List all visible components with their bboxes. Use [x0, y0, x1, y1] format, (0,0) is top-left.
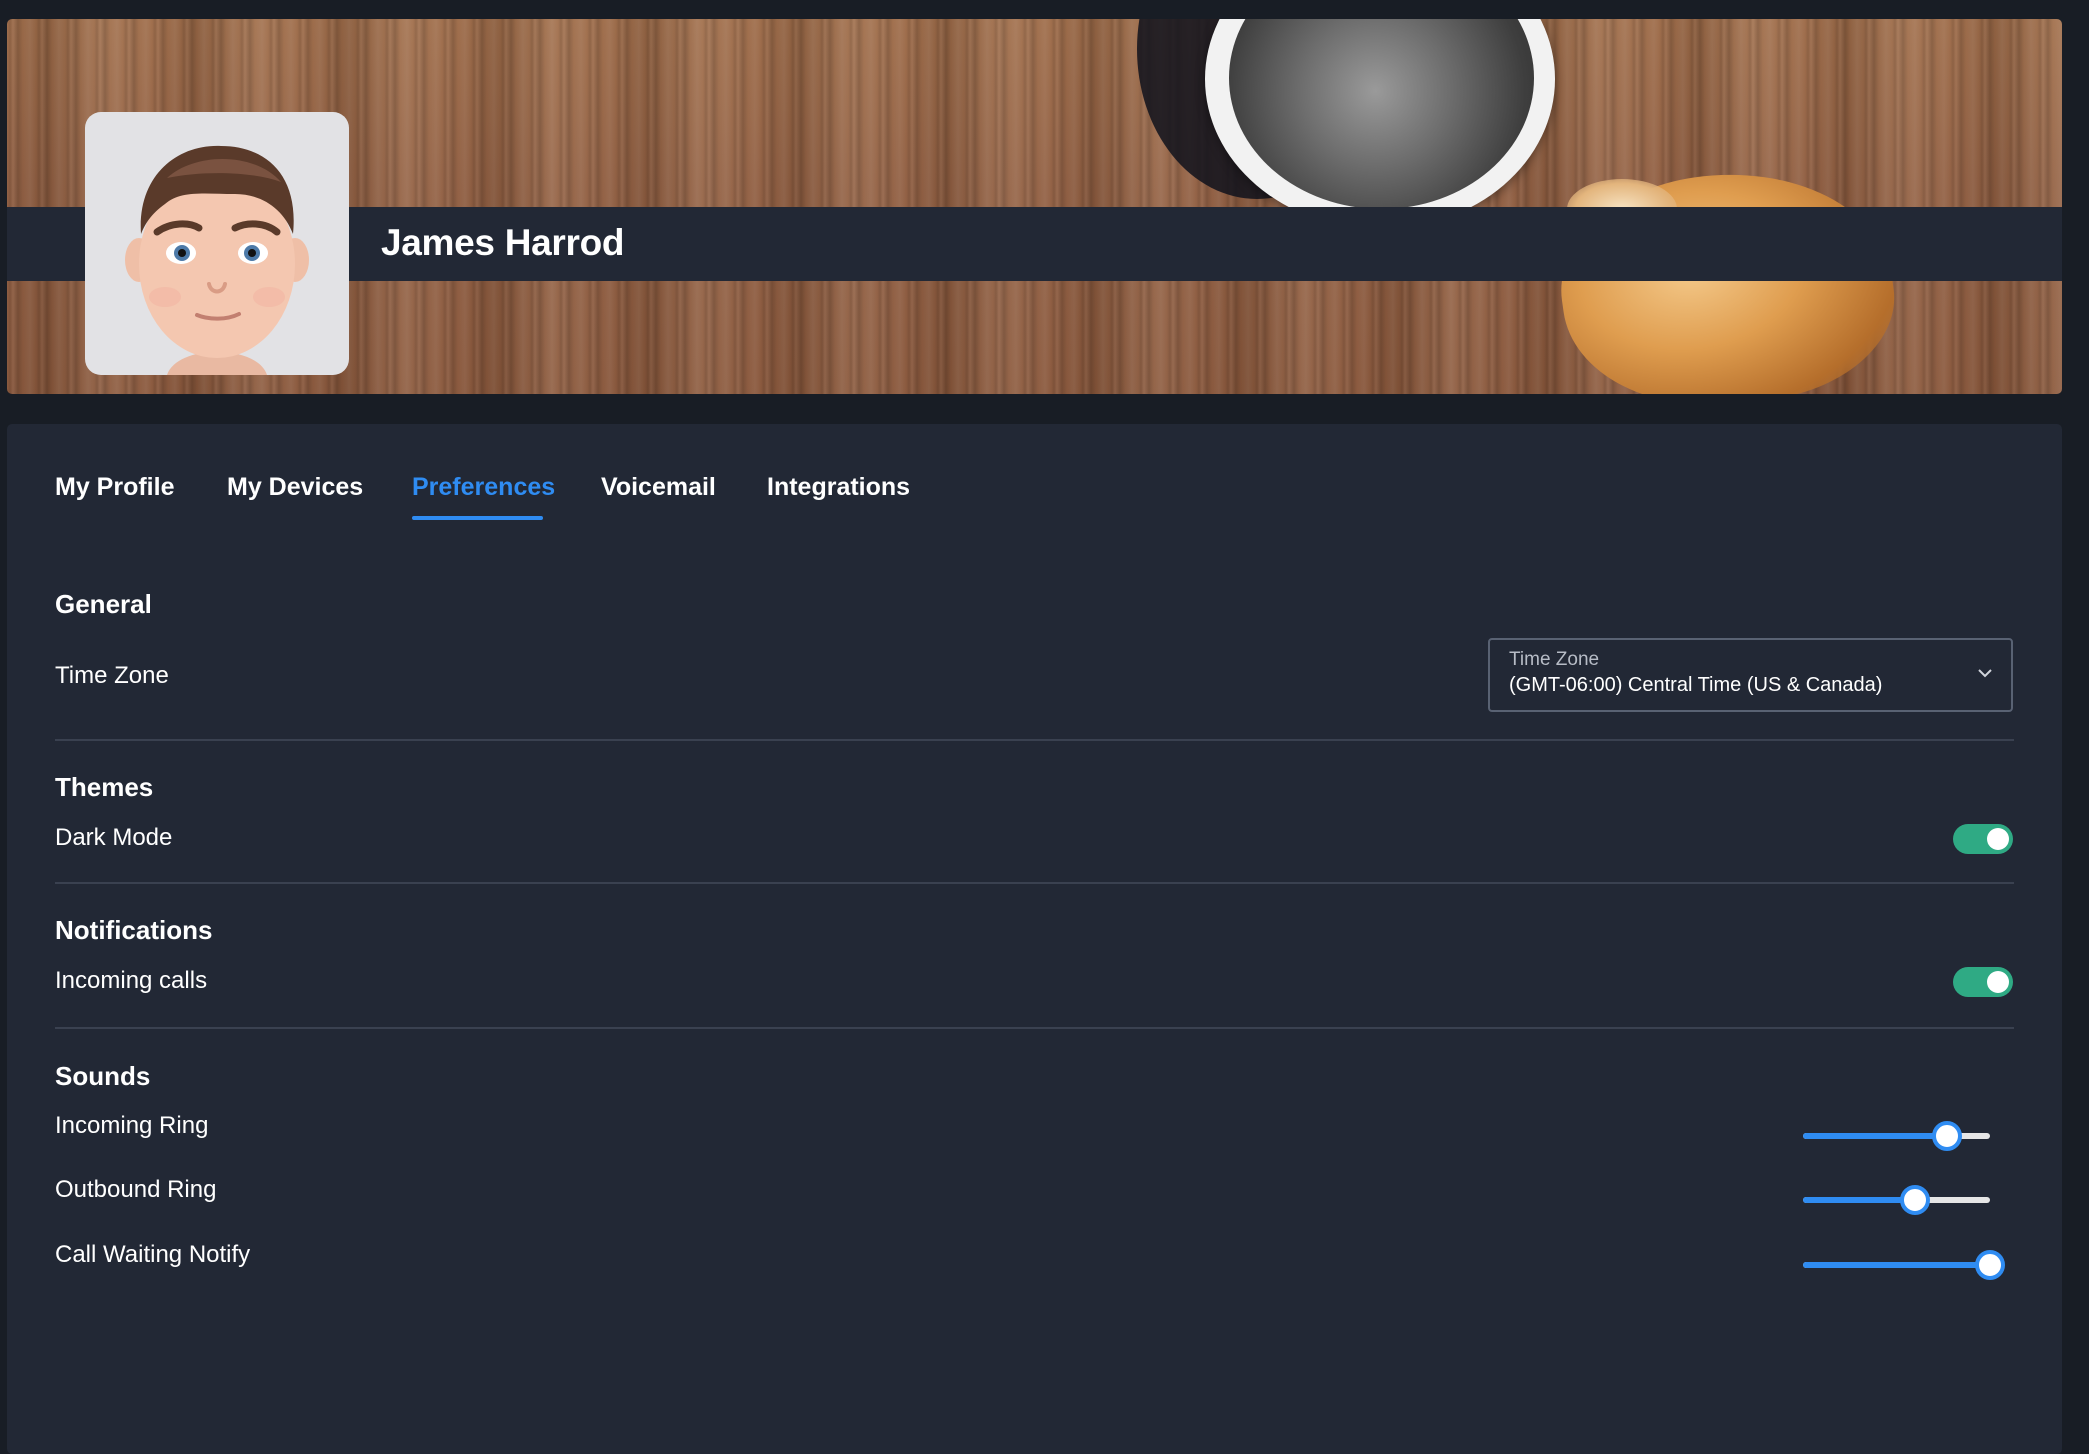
- section-title-notifications: Notifications: [55, 915, 213, 945]
- divider: [55, 1027, 2014, 1029]
- section-title-general: General: [55, 589, 152, 619]
- incoming-calls-toggle[interactable]: [1953, 967, 2013, 997]
- chevron-down-icon: [1978, 669, 1992, 678]
- incoming-ring-label: Incoming Ring: [55, 1112, 209, 1139]
- settings-panel: [7, 424, 2062, 1454]
- slider-fill: [1803, 1197, 1915, 1203]
- section-title-sounds: Sounds: [55, 1061, 151, 1091]
- tab-my-devices[interactable]: My Devices: [227, 473, 363, 502]
- toggle-knob: [1987, 828, 2009, 850]
- tab-preferences[interactable]: Preferences: [412, 473, 555, 502]
- tab-voicemail[interactable]: Voicemail: [601, 473, 716, 502]
- slider-thumb[interactable]: [1975, 1250, 2005, 1280]
- dark-mode-toggle[interactable]: [1953, 824, 2013, 854]
- section-title-themes: Themes: [55, 772, 154, 802]
- divider: [55, 882, 2014, 884]
- slider-fill: [1803, 1133, 1947, 1139]
- slider-thumb[interactable]: [1932, 1121, 1962, 1151]
- slider-fill: [1803, 1262, 1990, 1268]
- call-waiting-notify-label: Call Waiting Notify: [55, 1241, 251, 1268]
- incoming-ring-slider[interactable]: [1803, 1120, 2003, 1152]
- active-tab-indicator: [412, 516, 543, 520]
- outbound-ring-slider[interactable]: [1803, 1184, 2003, 1216]
- slider-thumb[interactable]: [1900, 1185, 1930, 1215]
- memoji-avatar-icon: [125, 145, 309, 375]
- profile-name: James Harrod: [381, 222, 625, 263]
- avatar[interactable]: [85, 112, 349, 375]
- tab-my-profile[interactable]: My Profile: [55, 473, 174, 502]
- dark-mode-label: Dark Mode: [55, 824, 173, 851]
- tab-integrations[interactable]: Integrations: [767, 473, 910, 502]
- window-top-strip: [0, 0, 2089, 18]
- time-zone-label: Time Zone: [55, 662, 169, 689]
- call-waiting-notify-slider[interactable]: [1803, 1249, 2005, 1281]
- outbound-ring-label: Outbound Ring: [55, 1176, 217, 1203]
- time-zone-select-label: Time Zone: [1509, 649, 1600, 670]
- time-zone-select[interactable]: Time Zone (GMT-06:00) Central Time (US &…: [1488, 638, 2013, 712]
- incoming-calls-label: Incoming calls: [55, 967, 208, 994]
- time-zone-select-value: (GMT-06:00) Central Time (US & Canada): [1509, 674, 1883, 696]
- divider: [55, 739, 2014, 741]
- toggle-knob: [1987, 971, 2009, 993]
